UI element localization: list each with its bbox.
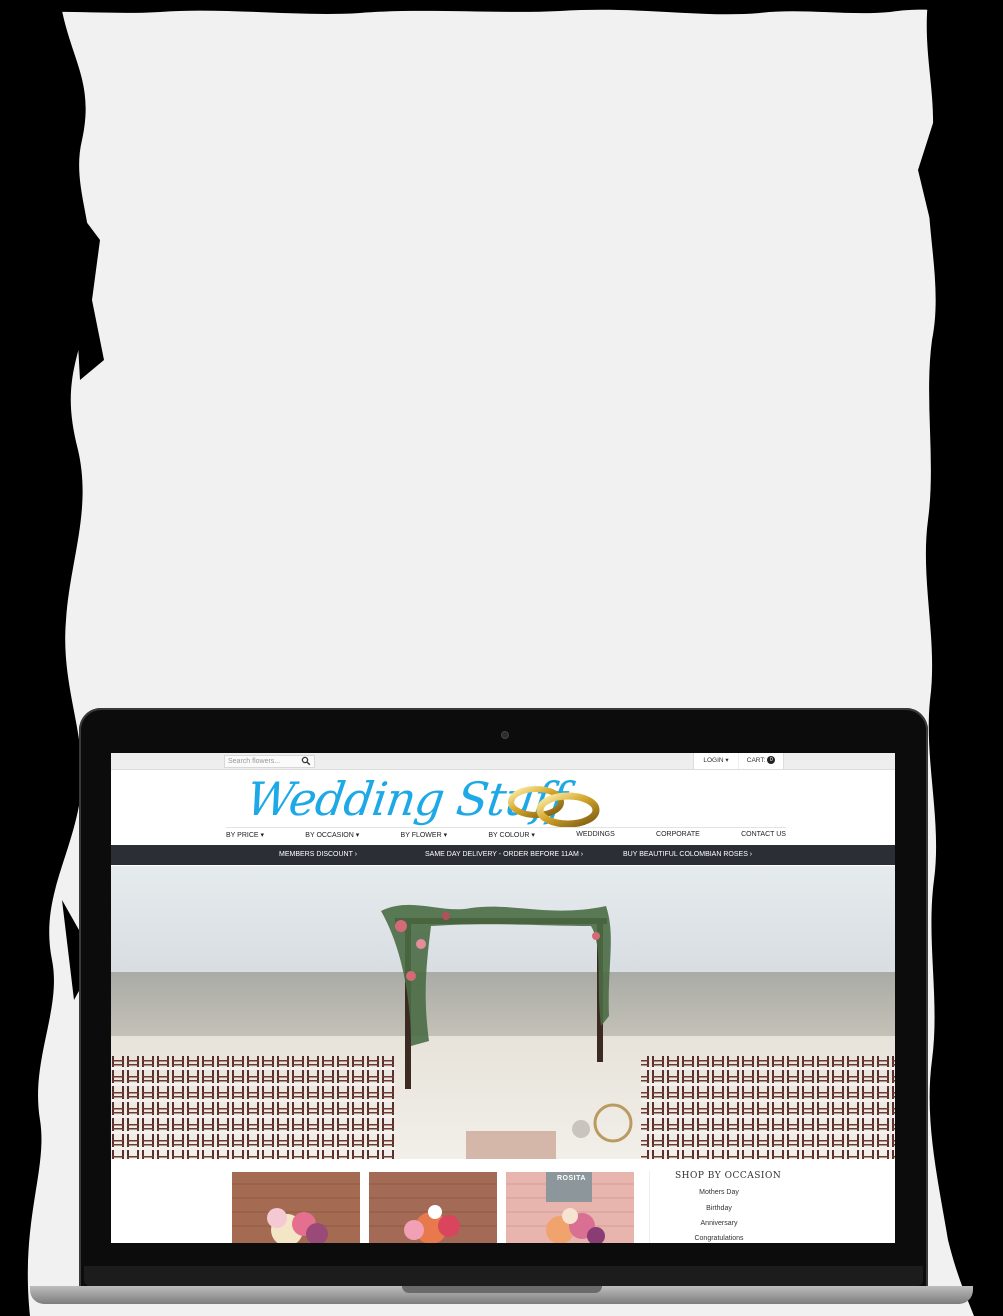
- occasion-link-mothers-day[interactable]: Mothers Day: [671, 1189, 767, 1196]
- occasion-link-congratulations[interactable]: Congratulations: [671, 1235, 767, 1242]
- product-tag-rosita: ROSITA: [557, 1175, 586, 1182]
- occasion-link-birthday[interactable]: Birthday: [671, 1205, 767, 1212]
- website-screen: Search flowers... LOGIN ▾ CART: 0 Weddin…: [111, 753, 895, 1243]
- cart-count-badge: 0: [767, 756, 776, 765]
- sidebar-divider: [649, 1171, 650, 1243]
- top-bar: Search flowers... LOGIN ▾ CART: 0: [111, 753, 895, 770]
- brush-frame-right: [918, 0, 1003, 1316]
- promo-bar: MEMBERS DISCOUNT › SAME DAY DELIVERY - O…: [111, 845, 895, 865]
- wedding-rings-icon: [508, 786, 600, 828]
- promo-colombian-roses[interactable]: BUY BEAUTIFUL COLOMBIAN ROSES ›: [623, 851, 752, 858]
- login-button[interactable]: LOGIN ▾: [693, 753, 738, 769]
- brush-frame-top: [0, 0, 1003, 15]
- header: Wedding Stuff: [111, 770, 895, 828]
- cart-label: CART:: [746, 757, 766, 764]
- hero-image: [111, 866, 895, 1159]
- laptop-lid-bottom: [84, 1266, 923, 1286]
- promo-members-discount[interactable]: MEMBERS DISCOUNT ›: [279, 851, 357, 858]
- product-image-3[interactable]: [506, 1172, 634, 1243]
- search-icon[interactable]: [301, 756, 311, 766]
- shop-by-occasion-title: SHOP BY OCCASION: [675, 1171, 782, 1181]
- product-image-2[interactable]: [369, 1172, 497, 1243]
- laptop-notch: [402, 1286, 602, 1293]
- occasion-link-anniversary[interactable]: Anniversary: [671, 1220, 767, 1227]
- cart-button[interactable]: CART: 0: [739, 753, 784, 769]
- promo-same-day-delivery[interactable]: SAME DAY DELIVERY - ORDER BEFORE 11AM ›: [425, 851, 583, 858]
- main-nav: BY PRICE ▾ BY OCCASION ▾ BY FLOWER ▾ BY …: [226, 827, 786, 847]
- camera-icon: [501, 731, 509, 739]
- product-image-1[interactable]: [232, 1172, 360, 1243]
